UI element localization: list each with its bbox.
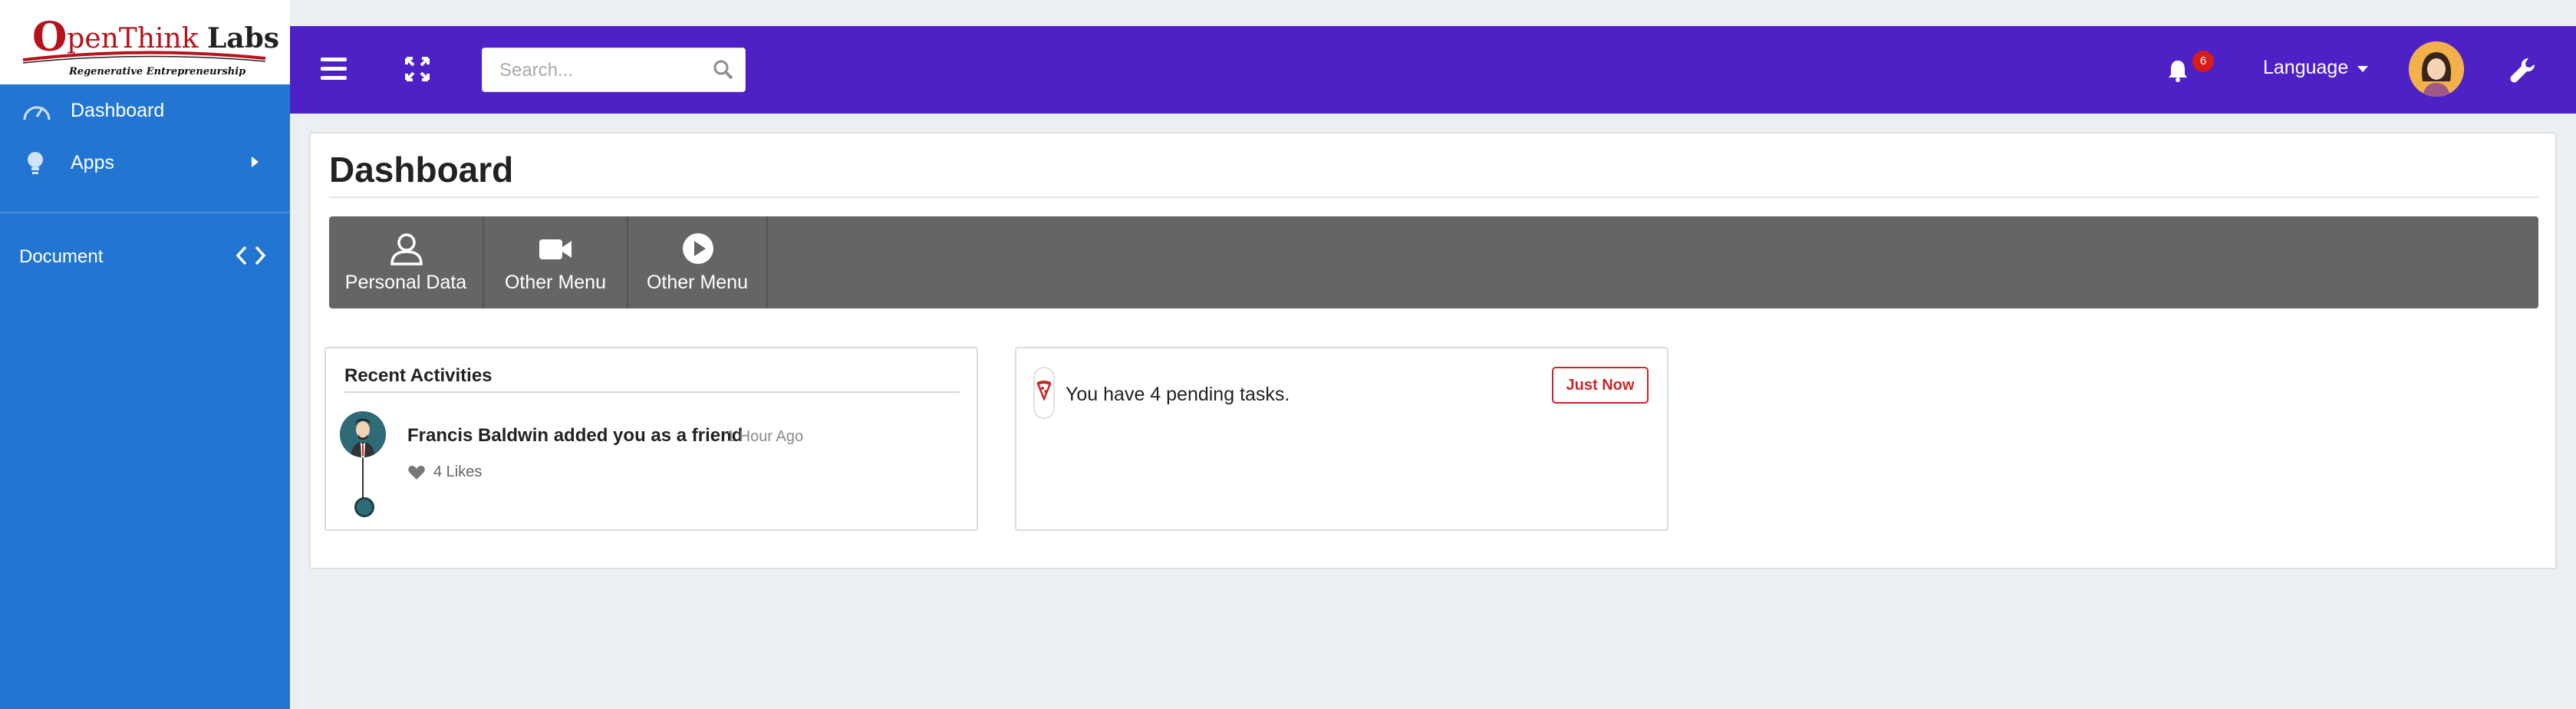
search-icon[interactable] [713, 59, 734, 81]
dashboard-panel: Dashboard Personal Data Other Menu Other… [309, 132, 2557, 569]
pizza-icon [1036, 381, 1052, 401]
sidebar: OpenThink Labs Regenerative Entrepreneur… [0, 0, 290, 709]
search-box [482, 48, 746, 92]
logo-swoosh-icon [22, 51, 266, 64]
chevron-down-icon [2357, 66, 2368, 72]
recent-activities-card: Recent Activities Francis Baldwin added … [324, 347, 978, 531]
activity-timestamp: 1 Hour Ago [726, 428, 804, 445]
page-title: Dashboard [329, 150, 514, 190]
lightbulb-icon [28, 152, 43, 174]
pending-tasks-text: You have 4 pending tasks. [1066, 384, 1290, 405]
menu-item-label: Personal Data [344, 272, 467, 293]
top-header-bar: 6 Language [290, 26, 2576, 114]
code-brackets-icon [236, 246, 266, 265]
chevron-right-icon [252, 157, 259, 167]
sidebar-item-label: Dashboard [71, 100, 165, 121]
card-title: Recent Activities [344, 365, 492, 386]
brand-tagline: Regenerative Entrepreneurship [69, 66, 246, 77]
menu-item-other-1[interactable]: Other Menu [484, 216, 628, 308]
video-camera-icon [539, 239, 572, 259]
activity-avatar[interactable] [340, 411, 386, 457]
activity-text[interactable]: Francis Baldwin added you as a friend [407, 425, 743, 447]
task-indicator [1033, 367, 1055, 419]
timeline-dot [354, 497, 374, 517]
hamburger-menu-icon[interactable] [319, 55, 348, 83]
sidebar-item-label: Apps [71, 152, 114, 173]
wrench-icon[interactable] [2508, 55, 2538, 84]
brand-logo[interactable]: OpenThink Labs Regenerative Entrepreneur… [0, 0, 290, 84]
user-avatar[interactable] [2409, 41, 2464, 97]
menu-item-personal-data[interactable]: Personal Data [329, 216, 484, 308]
sidebar-divider [0, 212, 290, 213]
user-avatar-image [2409, 41, 2464, 97]
likes-count[interactable]: 4 Likes [433, 463, 482, 481]
menu-item-other-2[interactable]: Other Menu [628, 216, 768, 308]
fullscreen-icon[interactable] [404, 55, 431, 83]
play-circle-icon [683, 233, 713, 264]
user-icon [390, 233, 423, 265]
pending-tasks-card: You have 4 pending tasks. Just Now [1015, 347, 1668, 531]
menu-item-label: Other Menu [646, 272, 748, 293]
sidebar-item-apps[interactable]: Apps [0, 140, 290, 186]
language-dropdown[interactable]: Language [2263, 57, 2348, 79]
quick-menu-bar: Personal Data Other Menu Other Menu [329, 216, 2538, 308]
heart-icon[interactable] [407, 463, 426, 480]
sidebar-item-label: Document [19, 246, 104, 267]
divider [344, 391, 960, 393]
bell-icon[interactable] [2166, 58, 2189, 83]
activity-avatar-image [340, 411, 386, 457]
menu-item-label: Other Menu [504, 272, 606, 293]
notification-count-badge: 6 [2192, 51, 2214, 72]
search-input[interactable] [499, 58, 707, 84]
dashboard-gauge-icon [23, 106, 51, 120]
divider [329, 196, 2538, 198]
sidebar-item-document[interactable]: Document [0, 238, 290, 276]
sidebar-item-dashboard[interactable]: Dashboard [0, 87, 290, 134]
just-now-button[interactable]: Just Now [1552, 367, 1649, 404]
